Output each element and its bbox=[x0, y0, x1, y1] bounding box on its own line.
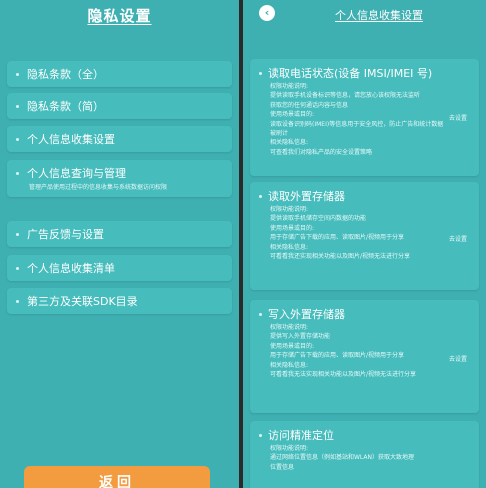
permission-card-phone-state: 读取电话状态(设备 IMSI/IMEI 号) 权限功能说明: 提供读取手机设备标… bbox=[250, 59, 479, 176]
page-title: 隐私设置 bbox=[87, 7, 152, 25]
menu-item-info-collection-settings[interactable]: 个人信息收集设置 bbox=[7, 126, 232, 152]
bullet-icon bbox=[259, 194, 262, 198]
card-description: 权限功能说明: 通过网络位置信息（例如基站和WLAN）获取大致地理 位置信息 bbox=[270, 445, 415, 471]
menu-item-label: 第三方及关联SDK目录 bbox=[27, 295, 138, 308]
bullet-icon bbox=[259, 71, 262, 75]
card-title: 读取电话状态(设备 IMSI/IMEI 号) bbox=[268, 67, 433, 80]
menu-item-label: 个人信息查询与管理 bbox=[27, 167, 126, 180]
bullet-icon bbox=[16, 232, 19, 236]
menu-item-label: 个人信息收集清单 bbox=[27, 262, 115, 275]
card-title: 写入外置存储器 bbox=[268, 308, 345, 321]
bullet-icon bbox=[16, 104, 19, 108]
permission-card-read-storage: 读取外置存储器 权限功能说明: 提供读取手机储存空间内数据的功能 使用场景或目的… bbox=[250, 182, 479, 290]
menu-item-info-query-management[interactable]: 个人信息查询与管理 管理产品使用过程中的信息收集与系统数据访问权限 bbox=[7, 160, 232, 197]
bullet-icon bbox=[16, 266, 19, 270]
bullet-icon bbox=[16, 299, 19, 303]
menu-item-privacy-full[interactable]: 隐私条款（全） bbox=[7, 61, 232, 87]
back-button[interactable]: 返回 bbox=[24, 466, 210, 488]
card-title: 访问精准定位 bbox=[268, 429, 334, 442]
info-collection-settings-panel: ‹ 个人信息收集设置 读取电话状态(设备 IMSI/IMEI 号) 权限功能说明… bbox=[243, 0, 486, 488]
go-settings-link[interactable]: 去设置 bbox=[449, 113, 467, 122]
bullet-icon bbox=[16, 171, 19, 175]
menu-item-label: 个人信息收集设置 bbox=[27, 133, 115, 146]
menu-item-description: 管理产品使用过程中的信息收集与系统数据访问权限 bbox=[29, 184, 168, 191]
menu-item-sdk-directory[interactable]: 第三方及关联SDK目录 bbox=[7, 288, 232, 314]
permission-card-precise-location: 访问精准定位 权限功能说明: 通过网络位置信息（例如基站和WLAN）获取大致地理… bbox=[250, 421, 479, 488]
privacy-settings-panel: 隐私设置 隐私条款（全） 隐私条款（简） 个人信息收集设置 个人信息查询与管理 … bbox=[0, 0, 239, 488]
go-settings-link[interactable]: 去设置 bbox=[449, 354, 467, 363]
menu-item-info-collection-list[interactable]: 个人信息收集清单 bbox=[7, 255, 232, 281]
bullet-icon bbox=[259, 433, 262, 437]
menu-item-privacy-brief[interactable]: 隐私条款（简） bbox=[7, 93, 232, 119]
permission-card-write-storage: 写入外置存储器 权限功能说明: 提供写入外置存储功能 使用场景或目的: 用于存储… bbox=[250, 300, 479, 413]
card-description: 权限功能说明: 提供读取手机储存空间内数据的功能 使用场景或目的: 用于存储广告… bbox=[270, 206, 411, 261]
menu-item-ad-feedback[interactable]: 广告反馈与设置 bbox=[7, 221, 232, 247]
menu-item-label: 隐私条款（简） bbox=[27, 100, 104, 113]
bullet-icon bbox=[16, 137, 19, 141]
page-title: 个人信息收集设置 bbox=[335, 9, 423, 22]
bullet-icon bbox=[259, 312, 262, 316]
go-settings-link[interactable]: 去设置 bbox=[449, 234, 467, 243]
menu-item-label: 隐私条款（全） bbox=[27, 68, 104, 81]
bullet-icon bbox=[16, 72, 19, 76]
back-arrow-icon[interactable]: ‹ bbox=[259, 5, 275, 21]
card-description: 权限功能说明: 提供读取手机设备标识等信息，请您放心该权限无法监听 获取您的任何… bbox=[270, 83, 444, 156]
card-description: 权限功能说明: 提供写入外置存储功能 使用场景或目的: 用于存储广告下载的应用、… bbox=[270, 324, 417, 379]
menu-item-label: 广告反馈与设置 bbox=[27, 228, 104, 241]
card-title: 读取外置存储器 bbox=[268, 190, 345, 203]
